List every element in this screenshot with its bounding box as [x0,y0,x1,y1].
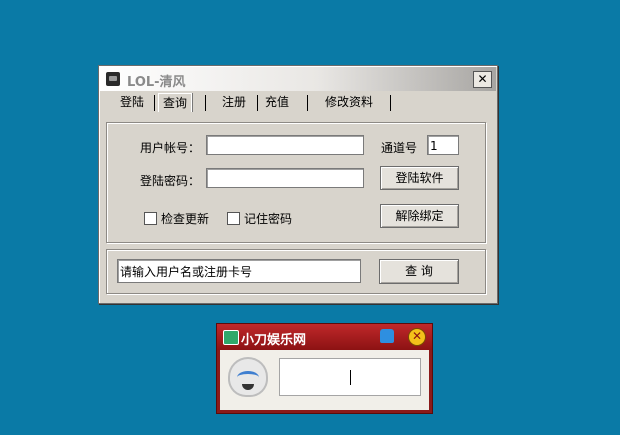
app-icon [106,72,120,86]
mini-window: 小刀娱乐网 ✕ [216,323,433,414]
avatar [228,357,268,397]
channel-input[interactable]: 1 [427,135,459,155]
tab-separator [257,95,258,111]
tab-separator [154,95,155,111]
remember-password-checkbox[interactable] [227,212,240,225]
mini-close-button[interactable]: ✕ [408,328,426,346]
tab-login[interactable]: 登陆 [120,93,144,111]
check-update-label: 检查更新 [161,212,210,226]
remember-password-label: 记住密码 [244,212,293,226]
query-group: 请输入用户名或注册卡号 查 询 [106,249,486,294]
title-bar[interactable]: LOL-清风 ✕ [100,67,496,91]
query-input[interactable]: 请输入用户名或注册卡号 [117,259,361,283]
site-logo-icon [223,330,239,345]
mini-window-title: 小刀娱乐网 [241,333,307,348]
password-label: 登陆密码： [140,174,201,188]
mini-body [220,350,429,410]
unbind-button[interactable]: 解除绑定 [380,204,459,228]
tab-recharge[interactable]: 充值 [265,93,289,111]
login-group: 用户帐号： 登陆密码： 通道号 1 登陆软件 解除绑定 检查更新 记住密码 [106,122,486,243]
check-update-checkbox[interactable] [144,212,157,225]
tab-edit-profile[interactable]: 修改资料 [325,93,373,111]
password-input[interactable] [206,168,364,188]
tab-separator [205,95,206,111]
mini-text-input[interactable] [279,358,421,396]
query-button[interactable]: 查 询 [379,259,459,284]
close-button[interactable]: ✕ [473,71,492,88]
channel-label: 通道号 [381,141,418,155]
text-caret [350,370,351,385]
tab-query[interactable]: 查询 [158,93,193,112]
tab-register[interactable]: 注册 [222,93,246,111]
tab-separator [390,95,391,111]
mini-title-bar[interactable]: 小刀娱乐网 ✕ [217,324,432,350]
window-title: LOL-清风 [127,75,186,90]
account-input[interactable] [206,135,364,155]
skin-shirt-icon[interactable] [380,329,394,343]
account-label: 用户帐号： [140,141,201,155]
tab-separator [307,95,308,111]
tab-bar: 登陆 查询 注册 充值 修改资料 [111,93,487,113]
login-button[interactable]: 登陆软件 [380,166,459,190]
main-window: LOL-清风 ✕ 登陆 查询 注册 充值 修改资料 用户帐号： 登陆密码： 通道… [98,65,498,304]
